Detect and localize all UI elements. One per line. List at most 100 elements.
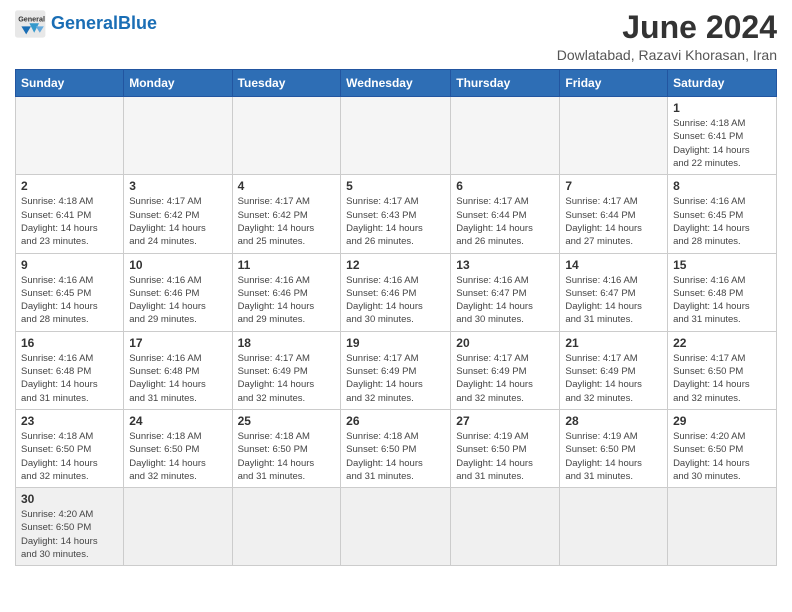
day-info: Sunrise: 4:16 AM Sunset: 6:48 PM Dayligh…: [673, 274, 771, 327]
weekday-header-saturday: Saturday: [668, 70, 777, 97]
day-info: Sunrise: 4:16 AM Sunset: 6:48 PM Dayligh…: [129, 352, 226, 405]
day-number: 6: [456, 179, 554, 193]
day-number: 23: [21, 414, 118, 428]
calendar-cell: 5 Sunrise: 4:17 AM Sunset: 6:43 PM Daylig…: [341, 175, 451, 253]
calendar-cell: 1Sunrise: 4:18 AM Sunset: 6:41 PM Daylig…: [668, 97, 777, 175]
calendar-cell: 9 Sunrise: 4:16 AM Sunset: 6:45 PM Daylig…: [16, 253, 124, 331]
calendar-row-1: 2Sunrise: 4:18 AM Sunset: 6:41 PM Daylig…: [16, 175, 777, 253]
calendar-cell: 20 Sunrise: 4:17 AM Sunset: 6:49 PM Dayli…: [451, 331, 560, 409]
day-number: 3: [129, 179, 226, 193]
logo-general: General: [51, 13, 118, 33]
day-number: 30: [21, 492, 118, 506]
weekday-header-monday: Monday: [124, 70, 232, 97]
calendar-row-0: 1Sunrise: 4:18 AM Sunset: 6:41 PM Daylig…: [16, 97, 777, 175]
day-info: Sunrise: 4:17 AM Sunset: 6:49 PM Dayligh…: [565, 352, 662, 405]
day-info: Sunrise: 4:16 AM Sunset: 6:45 PM Dayligh…: [673, 195, 771, 248]
weekday-header-tuesday: Tuesday: [232, 70, 341, 97]
day-number: 20: [456, 336, 554, 350]
calendar-cell: 24 Sunrise: 4:18 AM Sunset: 6:50 PM Dayli…: [124, 409, 232, 487]
day-info: Sunrise: 4:18 AM Sunset: 6:50 PM Dayligh…: [129, 430, 226, 483]
day-info: Sunrise: 4:17 AM Sunset: 6:42 PM Dayligh…: [129, 195, 226, 248]
day-info: Sunrise: 4:17 AM Sunset: 6:44 PM Dayligh…: [456, 195, 554, 248]
day-info: Sunrise: 4:19 AM Sunset: 6:50 PM Dayligh…: [456, 430, 554, 483]
calendar-row-2: 9 Sunrise: 4:16 AM Sunset: 6:45 PM Daylig…: [16, 253, 777, 331]
day-number: 5: [346, 179, 445, 193]
day-info: Sunrise: 4:16 AM Sunset: 6:46 PM Dayligh…: [238, 274, 336, 327]
calendar-cell: [341, 488, 451, 566]
page-header: General GeneralBlue June 2024 Dowlatabad…: [15, 10, 777, 63]
month-title: June 2024: [557, 10, 777, 45]
day-number: 15: [673, 258, 771, 272]
calendar-cell: 6 Sunrise: 4:17 AM Sunset: 6:44 PM Daylig…: [451, 175, 560, 253]
day-number: 10: [129, 258, 226, 272]
day-number: 19: [346, 336, 445, 350]
day-info: Sunrise: 4:16 AM Sunset: 6:46 PM Dayligh…: [129, 274, 226, 327]
day-number: 4: [238, 179, 336, 193]
day-info: Sunrise: 4:16 AM Sunset: 6:47 PM Dayligh…: [565, 274, 662, 327]
calendar-cell: [451, 488, 560, 566]
weekday-header-wednesday: Wednesday: [341, 70, 451, 97]
calendar-cell: [232, 97, 341, 175]
calendar-cell: 30 Sunrise: 4:20 AM Sunset: 6:50 PM Dayli…: [16, 488, 124, 566]
calendar-cell: 10 Sunrise: 4:16 AM Sunset: 6:46 PM Dayli…: [124, 253, 232, 331]
logo-icon: General: [15, 10, 47, 38]
day-number: 21: [565, 336, 662, 350]
calendar-cell: 25 Sunrise: 4:18 AM Sunset: 6:50 PM Dayli…: [232, 409, 341, 487]
day-info: Sunrise: 4:17 AM Sunset: 6:49 PM Dayligh…: [456, 352, 554, 405]
day-info: Sunrise: 4:16 AM Sunset: 6:46 PM Dayligh…: [346, 274, 445, 327]
day-info: Sunrise: 4:18 AM Sunset: 6:50 PM Dayligh…: [21, 430, 118, 483]
location-subtitle: Dowlatabad, Razavi Khorasan, Iran: [557, 47, 777, 63]
day-info: Sunrise: 4:17 AM Sunset: 6:50 PM Dayligh…: [673, 352, 771, 405]
day-number: 27: [456, 414, 554, 428]
calendar-cell: 21 Sunrise: 4:17 AM Sunset: 6:49 PM Dayli…: [560, 331, 668, 409]
calendar-cell: 28Sunrise: 4:19 AM Sunset: 6:50 PM Dayli…: [560, 409, 668, 487]
day-number: 17: [129, 336, 226, 350]
calendar-cell: [124, 488, 232, 566]
calendar-cell: 18Sunrise: 4:17 AM Sunset: 6:49 PM Dayli…: [232, 331, 341, 409]
day-number: 22: [673, 336, 771, 350]
calendar-cell: [451, 97, 560, 175]
day-info: Sunrise: 4:18 AM Sunset: 6:41 PM Dayligh…: [673, 117, 771, 170]
calendar-cell: 4Sunrise: 4:17 AM Sunset: 6:42 PM Daylig…: [232, 175, 341, 253]
title-area: June 2024 Dowlatabad, Razavi Khorasan, I…: [557, 10, 777, 63]
day-info: Sunrise: 4:16 AM Sunset: 6:47 PM Dayligh…: [456, 274, 554, 327]
day-number: 16: [21, 336, 118, 350]
calendar-cell: [232, 488, 341, 566]
day-info: Sunrise: 4:18 AM Sunset: 6:50 PM Dayligh…: [346, 430, 445, 483]
calendar-cell: [341, 97, 451, 175]
day-number: 9: [21, 258, 118, 272]
calendar-cell: 19Sunrise: 4:17 AM Sunset: 6:49 PM Dayli…: [341, 331, 451, 409]
calendar-cell: 11 Sunrise: 4:16 AM Sunset: 6:46 PM Dayli…: [232, 253, 341, 331]
calendar-cell: 17 Sunrise: 4:16 AM Sunset: 6:48 PM Dayli…: [124, 331, 232, 409]
calendar-cell: 14 Sunrise: 4:16 AM Sunset: 6:47 PM Dayli…: [560, 253, 668, 331]
calendar-cell: 12Sunrise: 4:16 AM Sunset: 6:46 PM Dayli…: [341, 253, 451, 331]
day-number: 25: [238, 414, 336, 428]
calendar-cell: 26 Sunrise: 4:18 AM Sunset: 6:50 PM Dayli…: [341, 409, 451, 487]
day-info: Sunrise: 4:18 AM Sunset: 6:50 PM Dayligh…: [238, 430, 336, 483]
day-number: 29: [673, 414, 771, 428]
day-number: 24: [129, 414, 226, 428]
weekday-header-row: SundayMondayTuesdayWednesdayThursdayFrid…: [16, 70, 777, 97]
calendar-cell: 22 Sunrise: 4:17 AM Sunset: 6:50 PM Dayli…: [668, 331, 777, 409]
calendar-cell: 2Sunrise: 4:18 AM Sunset: 6:41 PM Daylig…: [16, 175, 124, 253]
day-info: Sunrise: 4:16 AM Sunset: 6:48 PM Dayligh…: [21, 352, 118, 405]
logo: General GeneralBlue: [15, 10, 157, 38]
day-number: 26: [346, 414, 445, 428]
day-info: Sunrise: 4:18 AM Sunset: 6:41 PM Dayligh…: [21, 195, 118, 248]
calendar-cell: 23 Sunrise: 4:18 AM Sunset: 6:50 PM Dayli…: [16, 409, 124, 487]
calendar-cell: [560, 97, 668, 175]
day-info: Sunrise: 4:20 AM Sunset: 6:50 PM Dayligh…: [21, 508, 118, 561]
calendar-cell: 27 Sunrise: 4:19 AM Sunset: 6:50 PM Dayli…: [451, 409, 560, 487]
calendar-row-4: 23 Sunrise: 4:18 AM Sunset: 6:50 PM Dayli…: [16, 409, 777, 487]
calendar-cell: [124, 97, 232, 175]
day-number: 11: [238, 258, 336, 272]
day-number: 14: [565, 258, 662, 272]
day-info: Sunrise: 4:17 AM Sunset: 6:44 PM Dayligh…: [565, 195, 662, 248]
calendar-row-5: 30 Sunrise: 4:20 AM Sunset: 6:50 PM Dayli…: [16, 488, 777, 566]
calendar-cell: 16 Sunrise: 4:16 AM Sunset: 6:48 PM Dayli…: [16, 331, 124, 409]
day-number: 8: [673, 179, 771, 193]
calendar-cell: 13Sunrise: 4:16 AM Sunset: 6:47 PM Dayli…: [451, 253, 560, 331]
day-info: Sunrise: 4:16 AM Sunset: 6:45 PM Dayligh…: [21, 274, 118, 327]
day-info: Sunrise: 4:17 AM Sunset: 6:43 PM Dayligh…: [346, 195, 445, 248]
calendar-row-3: 16 Sunrise: 4:16 AM Sunset: 6:48 PM Dayli…: [16, 331, 777, 409]
